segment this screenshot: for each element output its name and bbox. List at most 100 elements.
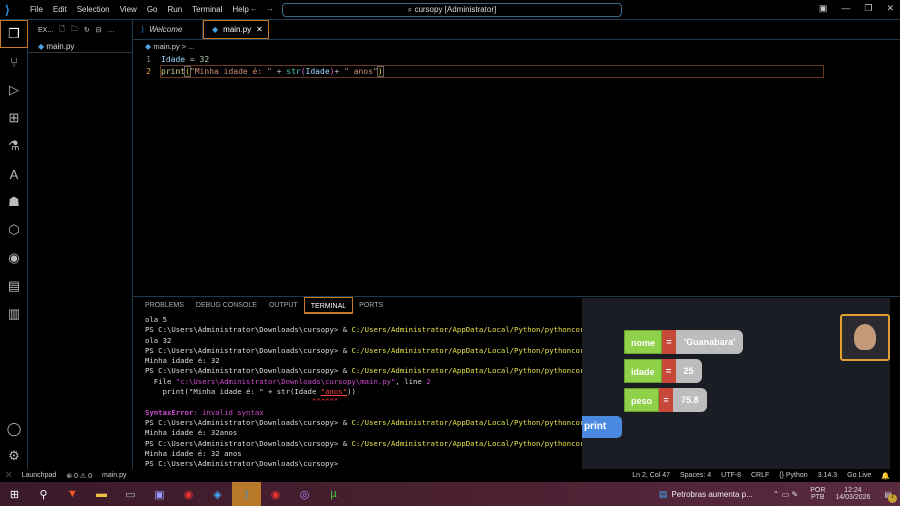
layout-icon[interactable]: ▣: [819, 3, 828, 14]
status-python-version[interactable]: 3.14.3: [818, 472, 837, 479]
maximize-icon[interactable]: ❐: [864, 3, 872, 14]
line-number: 2: [146, 66, 151, 76]
terminal-line: ola 5: [145, 315, 167, 324]
code-line: 1 Idade = 32: [133, 54, 900, 66]
tab-welcome[interactable]: ⟩ Welcome: [133, 20, 203, 39]
token: +: [334, 66, 345, 76]
app-icon[interactable]: ▣: [145, 482, 174, 506]
remote-desktop-icon[interactable]: ▭: [116, 482, 145, 506]
close-tab-icon[interactable]: ✕: [256, 25, 263, 34]
windows-start-icon[interactable]: ⊞: [0, 482, 29, 506]
terminal-line: PS C:\Users\Administrator\Downloads\curs…: [145, 325, 602, 335]
status-problems[interactable]: ⊗ 0 ⚠ 0: [66, 472, 92, 480]
utorrent-icon[interactable]: µ: [319, 482, 348, 506]
print-block: print: [582, 416, 622, 438]
explorer-icon[interactable]: ❐: [0, 20, 28, 48]
terminal-line: PS C:\Users\Administrator\Downloads\curs…: [145, 345, 602, 355]
android-icon[interactable]: ☗: [0, 188, 28, 216]
language-indicator[interactable]: POR PTB: [810, 487, 825, 501]
minimize-icon[interactable]: —: [841, 3, 850, 14]
news-icon: ▤: [658, 488, 668, 499]
token: str: [286, 66, 301, 76]
settings-gear-icon[interactable]: ⚙: [0, 442, 28, 470]
code-line: 2 print("Minha idade é: " + str(Idade)+ "…: [133, 64, 900, 78]
status-eol[interactable]: CRLF: [751, 472, 769, 479]
webcam-feed: [840, 314, 890, 361]
activity-bar: ❐ ⑂ ▷ ⊞ ⚗ A ☗ ⬡ ◉ ▤ ▥ ◯ ⚙: [0, 20, 28, 469]
terminal[interactable]: ola 5 PS C:\Users\Administrator\Download…: [133, 315, 602, 469]
command-search[interactable]: ⌕ cursopy [Administrator]: [282, 3, 622, 17]
tab-output[interactable]: OUTPUT: [263, 297, 304, 314]
notification-center-icon[interactable]: ▤ 7: [884, 490, 897, 503]
status-language[interactable]: {} Python: [779, 472, 807, 479]
refresh-icon[interactable]: ↻: [84, 26, 90, 34]
todo-icon[interactable]: ▤: [0, 272, 28, 300]
python-icon[interactable]: ◈: [203, 482, 232, 506]
new-file-icon[interactable]: 🗋: [59, 25, 65, 36]
vscode-logo-icon: ⟩: [5, 2, 10, 17]
collapse-icon[interactable]: ⊟: [96, 26, 102, 34]
remote-icon[interactable]: ◉: [0, 244, 28, 272]
deploy-icon[interactable]: A: [0, 160, 28, 188]
source-control-icon[interactable]: ⑂: [0, 48, 28, 76]
tab-debug-console[interactable]: DEBUG CONSOLE: [190, 297, 263, 314]
vscode-icon: ⟩: [141, 25, 145, 34]
tab-ports[interactable]: PORTS: [353, 297, 389, 314]
tab-label: Welcome: [149, 25, 183, 34]
breadcrumb[interactable]: ◆ main.py > ...: [133, 41, 194, 53]
testing-icon[interactable]: ⚗: [0, 132, 28, 160]
live-share-icon[interactable]: ▥: [0, 300, 28, 328]
search-icon[interactable]: ⚲: [29, 482, 58, 506]
file-explorer-icon[interactable]: ▬: [87, 482, 116, 506]
status-file[interactable]: main.py: [102, 472, 127, 479]
token: 32: [199, 55, 210, 64]
status-cursor[interactable]: Ln 2, Col 47: [632, 472, 670, 479]
terminal-line: print("Minha idade é: " + str(Idade "ano…: [145, 387, 356, 397]
status-encoding[interactable]: UTF-8: [721, 472, 741, 479]
news-widget[interactable]: Petrobras aumenta p...: [671, 490, 752, 499]
taskbar: ⊞ ⚲ ▼ ▬ ▭ ▣ ◉ ◈ ⟩ ◉ ◎ µ ▤ Petrobras aume…: [0, 482, 900, 506]
code-editor[interactable]: 1 Idade = 32 2 print("Minha idade é: " + s…: [133, 54, 900, 78]
menu-go[interactable]: Go: [142, 5, 163, 14]
vscode-taskbar-icon[interactable]: ⟩: [232, 482, 261, 506]
extensions-icon[interactable]: ⊞: [0, 104, 28, 132]
tab-main-py[interactable]: ◆ main.py ✕: [203, 20, 269, 39]
tray-icons[interactable]: ⌃ ▭ ✎: [773, 490, 798, 499]
menu-view[interactable]: View: [115, 5, 142, 14]
status-indent[interactable]: Spaces: 4: [680, 472, 711, 479]
tor-icon[interactable]: ◎: [290, 482, 319, 506]
more-icon[interactable]: …: [108, 27, 115, 34]
clock[interactable]: 12:24 14/03/2026: [835, 487, 870, 501]
tab-terminal[interactable]: TERMINAL: [303, 297, 354, 314]
token: " anos": [344, 66, 378, 76]
menu-edit[interactable]: Edit: [48, 5, 72, 14]
token: print: [161, 66, 186, 76]
new-folder-icon[interactable]: 🗀: [71, 25, 78, 36]
close-icon[interactable]: ✕: [886, 3, 894, 14]
menu-file[interactable]: File: [25, 5, 48, 14]
back-arrow-icon[interactable]: ←: [250, 4, 258, 13]
account-icon[interactable]: ◯: [0, 415, 28, 443]
chrome-icon[interactable]: ◉: [174, 482, 203, 506]
terminal-line: PS C:\Users\Administrator\Downloads\curs…: [145, 366, 602, 376]
terminal-line: PS C:\Users\Administrator\Downloads\curs…: [145, 417, 602, 427]
brave-icon[interactable]: ▼: [58, 482, 87, 506]
run-debug-icon[interactable]: ▷: [0, 76, 28, 104]
forward-arrow-icon[interactable]: →: [266, 4, 274, 13]
remote-icon[interactable]: ⤫: [6, 472, 12, 480]
breadcrumb-text: main.py > ...: [153, 42, 195, 51]
terminal-line: Minha idade é: 32 anos: [145, 448, 242, 458]
variable-block-peso: peso = 75.8: [624, 388, 707, 412]
notifications-bell-icon[interactable]: 🔔: [881, 472, 890, 480]
line-number: 1: [146, 55, 151, 64]
status-launchpad[interactable]: Launchpad: [22, 472, 57, 479]
file-item[interactable]: ◆ main.py: [28, 40, 132, 53]
chrome-icon[interactable]: ◉: [261, 482, 290, 506]
variable-block-idade: idade = 25: [624, 359, 702, 383]
tab-problems[interactable]: PROBLEMS: [139, 297, 190, 314]
status-go-live[interactable]: Go Live: [847, 472, 871, 479]
menu-selection[interactable]: Selection: [72, 5, 115, 14]
menu-terminal[interactable]: Terminal: [187, 5, 227, 14]
box-icon[interactable]: ⬡: [0, 216, 28, 244]
menu-run[interactable]: Run: [162, 5, 187, 14]
